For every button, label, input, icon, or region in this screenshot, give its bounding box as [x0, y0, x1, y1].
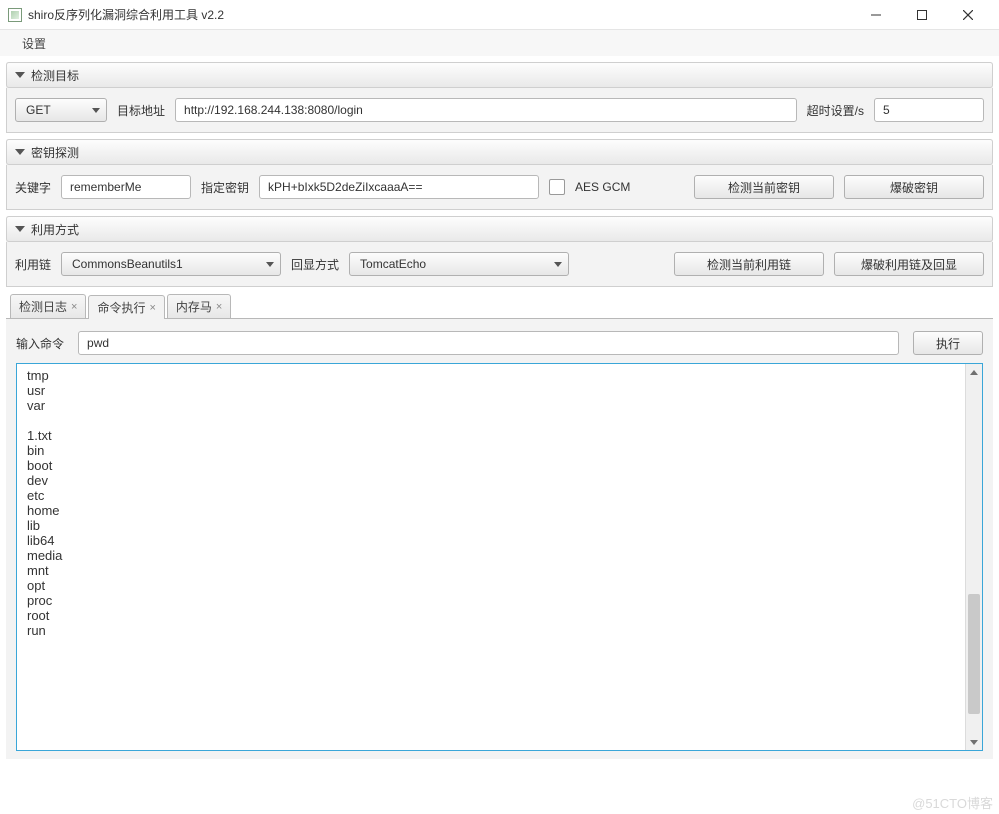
echo-label: 回显方式 [291, 256, 339, 273]
tab-log-label: 检测日志 [19, 298, 67, 315]
echo-value: TomcatEcho [360, 257, 426, 271]
specified-key-input[interactable] [259, 175, 539, 199]
scrollbar-thumb[interactable] [968, 594, 980, 714]
titlebar: shiro反序列化漏洞综合利用工具 v2.2 [0, 0, 999, 30]
tab-log[interactable]: 检测日志 × [10, 294, 86, 318]
timeout-input[interactable] [874, 98, 984, 122]
tab-cmd[interactable]: 命令执行 × [88, 295, 164, 319]
minimize-button[interactable] [853, 0, 899, 30]
panel-key-header[interactable]: 密钥探测 [6, 139, 993, 165]
cmd-input-label: 输入命令 [16, 335, 64, 352]
detect-chain-button[interactable]: 检测当前利用链 [674, 252, 824, 276]
close-icon[interactable]: × [149, 302, 155, 314]
chain-value: CommonsBeanutils1 [72, 257, 183, 271]
chain-label: 利用链 [15, 256, 51, 273]
detect-key-button[interactable]: 检测当前密钥 [694, 175, 834, 199]
panel-exploit-header[interactable]: 利用方式 [6, 216, 993, 242]
http-method-select[interactable]: GET [15, 98, 107, 122]
scrollbar[interactable] [965, 364, 982, 750]
chevron-down-icon [15, 226, 25, 232]
brute-key-button[interactable]: 爆破密钥 [844, 175, 984, 199]
chevron-down-icon [92, 108, 100, 113]
close-icon[interactable]: × [71, 301, 77, 313]
maximize-button[interactable] [899, 0, 945, 30]
panel-key-title: 密钥探测 [31, 144, 79, 161]
app-icon [8, 8, 22, 22]
tab-body-cmd: 输入命令 执行 tmp usr var 1.txt bin boot dev e… [6, 319, 993, 759]
panel-target-header[interactable]: 检测目标 [6, 62, 993, 88]
tab-mem[interactable]: 内存马 × [167, 294, 231, 318]
close-icon[interactable]: × [216, 301, 222, 313]
close-button[interactable] [945, 0, 991, 30]
keyword-input[interactable] [61, 175, 191, 199]
chevron-down-icon [15, 149, 25, 155]
chevron-down-icon [15, 72, 25, 78]
panel-target: 检测目标 GET 目标地址 超时设置/s [6, 62, 993, 133]
aes-gcm-checkbox[interactable] [549, 179, 565, 195]
url-label: 目标地址 [117, 102, 165, 119]
menu-settings[interactable]: 设置 [14, 32, 54, 55]
timeout-label: 超时设置/s [807, 102, 864, 119]
menubar: 设置 [0, 30, 999, 56]
panel-exploit-title: 利用方式 [31, 221, 79, 238]
panel-target-title: 检测目标 [31, 67, 79, 84]
chevron-down-icon [266, 262, 274, 267]
execute-button[interactable]: 执行 [913, 331, 983, 355]
panel-key: 密钥探测 关键字 指定密钥 AES GCM 检测当前密钥 爆破密钥 [6, 139, 993, 210]
url-input[interactable] [175, 98, 797, 122]
tab-mem-label: 内存马 [176, 298, 212, 315]
chevron-down-icon [554, 262, 562, 267]
cmd-output[interactable]: tmp usr var 1.txt bin boot dev etc home … [16, 363, 983, 751]
watermark: @51CTO博客 [912, 793, 993, 812]
aes-gcm-label: AES GCM [575, 180, 630, 194]
http-method-value: GET [26, 103, 51, 117]
panel-exploit: 利用方式 利用链 CommonsBeanutils1 回显方式 TomcatEc… [6, 216, 993, 287]
cmd-input[interactable] [78, 331, 899, 355]
echo-select[interactable]: TomcatEcho [349, 252, 569, 276]
scroll-up-icon[interactable] [966, 364, 982, 380]
scroll-down-icon[interactable] [966, 734, 982, 750]
chain-select[interactable]: CommonsBeanutils1 [61, 252, 281, 276]
window-title: shiro反序列化漏洞综合利用工具 v2.2 [28, 6, 224, 23]
specified-key-label: 指定密钥 [201, 179, 249, 196]
tab-cmd-label: 命令执行 [97, 299, 145, 316]
keyword-label: 关键字 [15, 179, 51, 196]
brute-chain-button[interactable]: 爆破利用链及回显 [834, 252, 984, 276]
tabs: 检测日志 × 命令执行 × 内存马 × [6, 293, 993, 319]
